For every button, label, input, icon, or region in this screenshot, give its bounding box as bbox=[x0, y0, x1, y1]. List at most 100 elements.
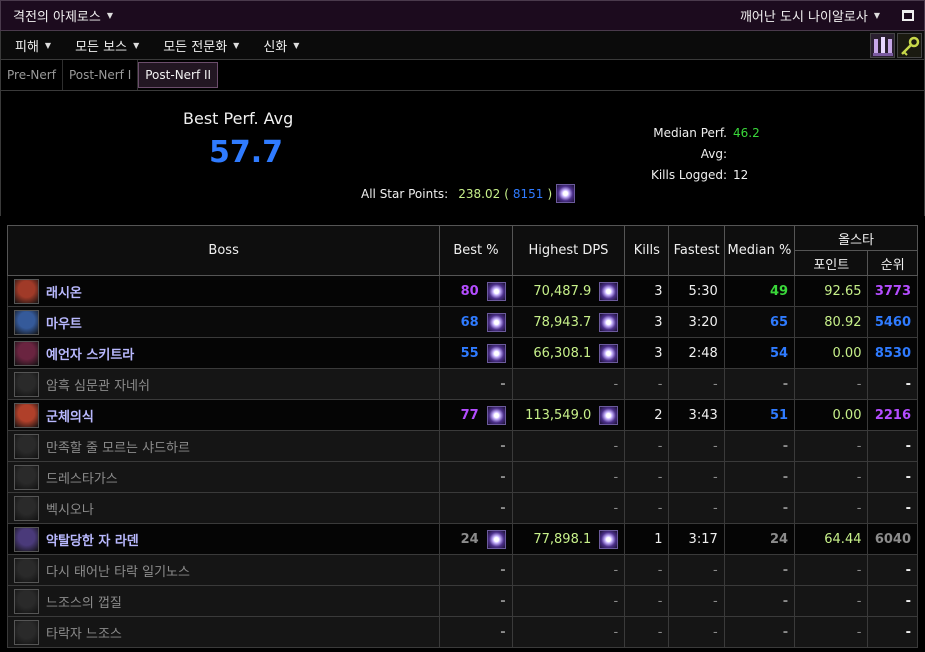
spark-log-icon[interactable] bbox=[599, 312, 619, 332]
boss-cell[interactable]: 만족할 줄 모르는 샤드하르 bbox=[6, 430, 441, 462]
key-icon[interactable] bbox=[897, 33, 922, 58]
menu-item-bosses[interactable]: 모든 보스 ▼ bbox=[75, 36, 139, 55]
maximize-icon[interactable] bbox=[902, 10, 914, 21]
best-percent: 77 bbox=[460, 407, 479, 423]
allstar-points: - bbox=[794, 492, 869, 524]
header-kills[interactable]: Kills bbox=[624, 225, 670, 276]
best-cell: - bbox=[439, 492, 513, 524]
boss-name[interactable]: 드레스타가스 bbox=[46, 468, 118, 487]
boss-cell[interactable]: 군체의식 bbox=[6, 399, 441, 431]
boss-name[interactable]: 예언자 스키트라 bbox=[46, 344, 134, 363]
header-boss[interactable]: Boss bbox=[6, 225, 441, 276]
boss-cell[interactable]: 래시온 bbox=[6, 275, 441, 307]
menu-item-difficulty[interactable]: 신화 ▼ bbox=[263, 36, 299, 55]
table-row[interactable]: 다시 태어난 타락 일기노스 - - - - - - - bbox=[6, 554, 918, 586]
table-row[interactable]: 군체의식 77 113,549.0 2 3:43 51 0.00 2216 bbox=[6, 399, 918, 431]
boss-name[interactable]: 만족할 줄 모르는 샤드하르 bbox=[46, 437, 190, 456]
tab-post-nerf-1[interactable]: Post-Nerf I bbox=[63, 60, 139, 90]
fastest-time: - bbox=[668, 616, 725, 648]
median-percent: 49 bbox=[723, 275, 796, 307]
boss-cell[interactable]: 드레스타가스 bbox=[6, 461, 441, 493]
fastest-time: 3:20 bbox=[668, 306, 725, 338]
phase-tabs: Pre-Nerf Post-Nerf I Post-Nerf II bbox=[0, 60, 925, 91]
region-label[interactable]: 깨어난 도시 나이알로사 bbox=[740, 6, 868, 25]
boss-cell[interactable]: 암흑 심문관 자네쉬 bbox=[6, 368, 441, 400]
region-selector[interactable]: 깨어난 도시 나이알로사 ▼ bbox=[740, 6, 880, 25]
menu-item-metric[interactable]: 피해 ▼ bbox=[15, 36, 51, 55]
spark-log-icon[interactable] bbox=[486, 529, 506, 549]
table-row[interactable]: 드레스타가스 - - - - - - - bbox=[6, 461, 918, 493]
boss-name[interactable]: 느조스의 껍질 bbox=[46, 592, 122, 611]
chevron-down-icon[interactable]: ▼ bbox=[45, 41, 51, 50]
table-row[interactable]: 암흑 심문관 자네쉬 - - - - - - - bbox=[6, 368, 918, 400]
dps-cell: - bbox=[511, 585, 626, 617]
median-perf-label: Median Perf. Avg: bbox=[653, 126, 727, 161]
header-best[interactable]: Best % bbox=[439, 225, 513, 276]
raid-banner-icon[interactable] bbox=[870, 33, 895, 58]
best-cell: - bbox=[439, 461, 513, 493]
chevron-down-icon[interactable]: ▼ bbox=[233, 41, 239, 50]
allstar-points: 92.65 bbox=[794, 275, 869, 307]
boss-name[interactable]: 암흑 심문관 자네쉬 bbox=[46, 375, 150, 394]
boss-name[interactable]: 벡시오나 bbox=[46, 499, 94, 518]
boss-cell[interactable]: 예언자 스키트라 bbox=[6, 337, 441, 369]
median-stats: Median Perf. Avg: 46.2 Kills Logged: 12 bbox=[629, 123, 760, 186]
spark-log-icon[interactable] bbox=[599, 529, 619, 549]
spark-log-icon[interactable] bbox=[599, 343, 619, 363]
header-points[interactable]: 포인트 bbox=[794, 250, 869, 276]
chevron-down-icon[interactable]: ▼ bbox=[293, 41, 299, 50]
boss-portrait-icon bbox=[14, 278, 39, 304]
allstar-points: 0.00 bbox=[794, 337, 869, 369]
all-star-value: 238.02 bbox=[458, 186, 501, 201]
zone-label[interactable]: 격전의 아제로스 bbox=[13, 6, 101, 25]
tab-post-nerf-2[interactable]: Post-Nerf II bbox=[138, 62, 219, 88]
spark-log-icon[interactable] bbox=[486, 281, 506, 301]
spark-log-icon[interactable] bbox=[486, 343, 506, 363]
boss-cell[interactable]: 다시 태어난 타락 일기노스 bbox=[6, 554, 441, 586]
table-row[interactable]: 예언자 스키트라 55 66,308.1 3 2:48 54 0.00 8530 bbox=[6, 337, 918, 369]
boss-name[interactable]: 다시 태어난 타락 일기노스 bbox=[46, 561, 190, 580]
tab-pre-nerf[interactable]: Pre-Nerf bbox=[1, 60, 63, 90]
boss-cell[interactable]: 느조스의 껍질 bbox=[6, 585, 441, 617]
boss-name[interactable]: 마우트 bbox=[46, 313, 82, 332]
header-median[interactable]: Median % bbox=[723, 225, 796, 276]
zone-selector[interactable]: 격전의 아제로스 ▼ bbox=[13, 6, 113, 25]
menu-item-specs[interactable]: 모든 전문화 ▼ bbox=[163, 36, 239, 55]
best-percent: 68 bbox=[460, 314, 479, 330]
best-cell: - bbox=[439, 368, 513, 400]
header-rank[interactable]: 순위 bbox=[867, 250, 918, 276]
boss-cell[interactable]: 타락자 느조스 bbox=[6, 616, 441, 648]
highest-dps: - bbox=[613, 469, 619, 485]
chevron-down-icon[interactable]: ▼ bbox=[107, 11, 113, 20]
header-fastest[interactable]: Fastest bbox=[668, 225, 725, 276]
table-row[interactable]: 벡시오나 - - - - - - - bbox=[6, 492, 918, 524]
fastest-time: - bbox=[668, 461, 725, 493]
spark-log-icon[interactable] bbox=[599, 281, 619, 301]
table-row[interactable]: 마우트 68 78,943.7 3 3:20 65 80.92 5460 bbox=[6, 306, 918, 338]
boss-name[interactable]: 타락자 느조스 bbox=[46, 623, 122, 642]
boss-cell[interactable]: 약탈당한 자 라덴 bbox=[6, 523, 441, 555]
median-percent: - bbox=[723, 616, 796, 648]
all-star-label: All Star Points: bbox=[361, 186, 449, 201]
table-row[interactable]: 만족할 줄 모르는 샤드하르 - - - - - - - bbox=[6, 430, 918, 462]
chevron-down-icon[interactable]: ▼ bbox=[874, 11, 880, 20]
chevron-down-icon[interactable]: ▼ bbox=[133, 41, 139, 50]
best-perf-value: 57.7 bbox=[209, 135, 284, 170]
boss-name[interactable]: 약탈당한 자 라덴 bbox=[46, 530, 139, 549]
allstar-rank: 3773 bbox=[867, 275, 918, 307]
boss-cell[interactable]: 마우트 bbox=[6, 306, 441, 338]
spark-log-icon[interactable] bbox=[486, 405, 506, 425]
table-row[interactable]: 타락자 느조스 - - - - - - - bbox=[6, 616, 918, 648]
spark-log-icon[interactable] bbox=[556, 184, 576, 203]
boss-cell[interactable]: 벡시오나 bbox=[6, 492, 441, 524]
boss-name[interactable]: 군체의식 bbox=[46, 406, 94, 425]
table-row[interactable]: 래시온 80 70,487.9 3 5:30 49 92.65 3773 bbox=[6, 275, 918, 307]
table-row[interactable]: 약탈당한 자 라덴 24 77,898.1 1 3:17 24 64.44 6040 bbox=[6, 523, 918, 555]
header-dps[interactable]: Highest DPS bbox=[511, 225, 626, 276]
allstar-points: - bbox=[794, 585, 869, 617]
boss-name[interactable]: 래시온 bbox=[46, 282, 82, 301]
spark-log-icon[interactable] bbox=[599, 405, 619, 425]
spark-log-icon[interactable] bbox=[486, 312, 506, 332]
table-row[interactable]: 느조스의 껍질 - - - - - - - bbox=[6, 585, 918, 617]
best-percent: - bbox=[500, 469, 506, 485]
